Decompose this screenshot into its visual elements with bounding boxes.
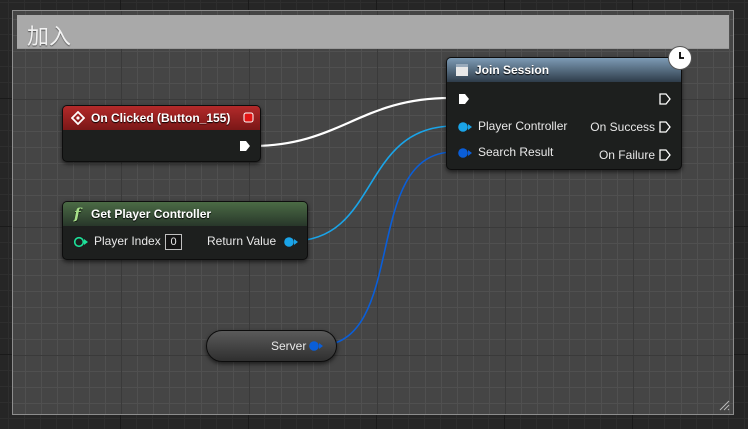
on-clicked-title: On Clicked (Button_155) bbox=[91, 111, 231, 125]
on-success-label: On Success bbox=[590, 120, 655, 134]
player-index-input[interactable]: 0 bbox=[165, 234, 182, 250]
player-index-label: Player Index bbox=[94, 234, 161, 248]
exec-output-pin-icon[interactable] bbox=[239, 140, 251, 152]
svg-text:f: f bbox=[73, 206, 83, 222]
server-label: Server bbox=[271, 339, 307, 353]
return-value-pin-icon[interactable] bbox=[283, 236, 299, 248]
on-clicked-node[interactable]: On Clicked (Button_155) bbox=[62, 105, 261, 162]
exec-input-pin-icon[interactable] bbox=[458, 93, 470, 105]
join-session-header[interactable]: Join Session bbox=[447, 58, 681, 82]
event-diamond-icon bbox=[71, 111, 85, 125]
player-index-pin-icon[interactable] bbox=[73, 236, 89, 248]
server-output-pin-icon[interactable] bbox=[308, 340, 324, 352]
exec-output-pin-icon[interactable] bbox=[659, 93, 671, 105]
search-result-label: Search Result bbox=[478, 145, 554, 159]
player-controller-label: Player Controller bbox=[478, 119, 568, 133]
function-call-icon bbox=[456, 64, 468, 76]
search-result-pin-icon[interactable] bbox=[457, 147, 473, 159]
function-f-icon: f bbox=[73, 206, 83, 222]
latent-clock-badge bbox=[668, 46, 692, 70]
on-failure-pin-icon[interactable] bbox=[659, 149, 671, 161]
server-variable-node[interactable]: Server bbox=[206, 330, 337, 362]
get-player-controller-title: Get Player Controller bbox=[91, 207, 212, 221]
clock-icon bbox=[679, 52, 684, 59]
return-value-label: Return Value bbox=[207, 234, 277, 248]
output-delegate-pin-icon[interactable] bbox=[243, 112, 254, 123]
join-session-title: Join Session bbox=[475, 63, 550, 77]
player-controller-wire[interactable] bbox=[291, 125, 455, 242]
get-player-controller-header[interactable]: f Get Player Controller bbox=[63, 202, 307, 226]
on-clicked-header[interactable]: On Clicked (Button_155) bbox=[63, 106, 260, 130]
on-failure-label: On Failure bbox=[598, 148, 655, 162]
player-controller-pin-icon[interactable] bbox=[457, 121, 473, 133]
get-player-controller-node[interactable]: f Get Player Controller Player Index 0 R… bbox=[62, 201, 308, 260]
search-result-wire[interactable] bbox=[316, 151, 455, 347]
join-session-node[interactable]: Join Session Player Controller On Succes… bbox=[446, 57, 682, 170]
on-success-pin-icon[interactable] bbox=[659, 121, 671, 133]
exec-wire[interactable] bbox=[251, 96, 451, 148]
